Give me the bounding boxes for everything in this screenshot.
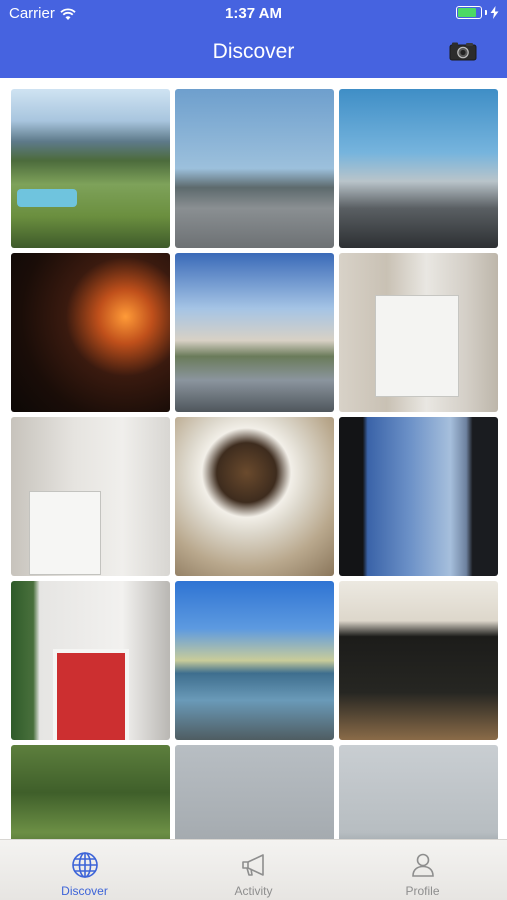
battery-tip	[485, 10, 487, 15]
camera-icon[interactable]	[449, 41, 477, 61]
chalkboard-menu-photo[interactable]	[339, 581, 498, 740]
toll-booth-photo[interactable]	[339, 89, 498, 248]
tab-profile-label: Profile	[405, 884, 440, 898]
battery-icon	[456, 6, 482, 19]
battery-level-fill	[458, 8, 476, 17]
plaza-fountain-photo[interactable]	[175, 253, 334, 412]
tab-discover-label: Discover	[61, 884, 108, 898]
river-photo[interactable]	[175, 581, 334, 740]
tab-activity-label: Activity	[234, 884, 273, 898]
air-conditioner-room-photo[interactable]	[11, 417, 170, 576]
page-title: Discover	[212, 40, 295, 63]
jungle-photo[interactable]	[11, 745, 170, 839]
airplane-window-photo[interactable]	[339, 417, 498, 576]
megaphone-icon	[241, 854, 264, 876]
air-conditioner-photo[interactable]	[339, 253, 498, 412]
charging-bolt-icon	[490, 6, 499, 19]
tab-discover[interactable]: Discover	[0, 840, 169, 900]
pool-mountain-photo[interactable]	[11, 89, 170, 248]
battery-indicator	[456, 6, 499, 19]
photo-grid	[11, 89, 498, 839]
globe-icon	[71, 852, 98, 878]
highway-photo[interactable]	[175, 89, 334, 248]
person-icon	[411, 853, 434, 877]
seaside-photo[interactable]	[339, 745, 498, 839]
tab-profile[interactable]: Profile	[338, 840, 507, 900]
fireplace-photo[interactable]	[11, 253, 170, 412]
cloudy-sky-photo[interactable]	[175, 745, 334, 839]
nav-header: Carrier 1:37 AM Discover	[0, 0, 507, 78]
tab-bar: Discover Activity Profile	[0, 839, 507, 900]
status-time: 1:37 AM	[225, 5, 282, 22]
coffee-mug-photo[interactable]	[175, 417, 334, 576]
status-bar: Carrier 1:37 AM	[0, 0, 507, 28]
red-door-photo[interactable]	[11, 581, 170, 740]
tab-activity[interactable]: Activity	[169, 840, 338, 900]
